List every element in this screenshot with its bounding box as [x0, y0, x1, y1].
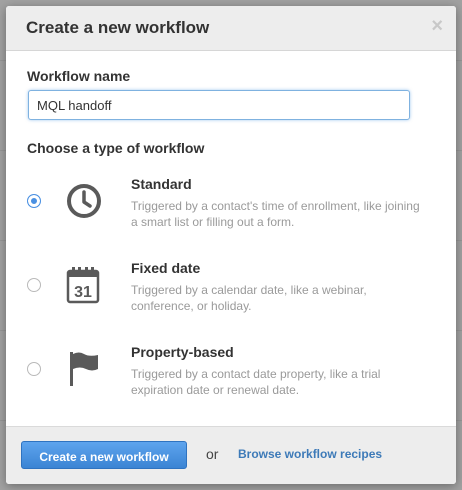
dialog-header: Create a new workflow × — [6, 6, 456, 51]
workflow-type-fixed-date[interactable]: 31 Fixed date Triggered by a calendar da… — [6, 254, 456, 334]
option-title-standard: Standard — [131, 176, 192, 192]
option-description-standard: Triggered by a contact's time of enrollm… — [131, 199, 420, 229]
workflow-type-label: Choose a type of workflow — [27, 140, 205, 156]
workflow-type-standard[interactable]: Standard Triggered by a contact's time o… — [6, 170, 456, 250]
flag-icon — [68, 350, 100, 393]
clock-icon — [64, 181, 104, 226]
workflow-type-property-based[interactable]: Property-based Triggered by a contact da… — [6, 338, 456, 418]
create-workflow-button[interactable]: Create a new workflow — [21, 441, 187, 469]
dialog-title: Create a new workflow — [26, 18, 210, 37]
radio-property-based[interactable] — [27, 362, 41, 376]
workflow-name-label: Workflow name — [27, 68, 131, 84]
workflow-name-input[interactable] — [28, 90, 410, 120]
option-description-fixed-date: Triggered by a calendar date, like a web… — [131, 283, 367, 313]
close-icon[interactable]: × — [431, 16, 443, 36]
create-workflow-dialog: Create a new workflow × Workflow name Ch… — [6, 6, 456, 484]
radio-standard[interactable] — [27, 194, 41, 208]
calendar-day-number: 31 — [74, 284, 92, 301]
or-separator: or — [206, 446, 219, 462]
browse-recipes-link[interactable]: Browse workflow recipes — [238, 447, 382, 461]
option-title-property-based: Property-based — [131, 344, 234, 360]
option-description-property-based: Triggered by a contact date property, li… — [131, 367, 381, 397]
dialog-footer: Create a new workflow or Browse workflow… — [6, 426, 456, 484]
option-title-fixed-date: Fixed date — [131, 260, 201, 276]
radio-fixed-date[interactable] — [27, 278, 41, 292]
calendar-icon: 31 — [66, 266, 100, 309]
